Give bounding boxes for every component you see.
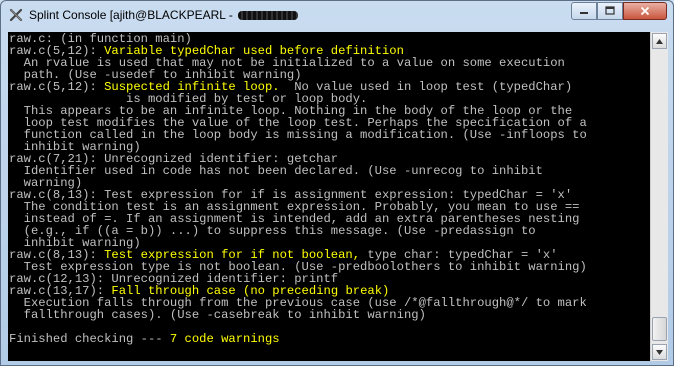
warning-highlight: 7 code warnings [169,332,280,346]
window-controls [571,2,667,20]
close-icon [640,6,650,16]
redacted-text [238,11,299,21]
title-bar[interactable]: Splint Console [ajith@BLACKPEARL - [1,1,673,29]
terminal-icon [9,8,23,22]
maximize-icon [605,6,615,15]
console-line: Identifier used in code has not been dec… [9,165,650,177]
close-button[interactable] [623,2,667,20]
scroll-down-button[interactable] [652,344,667,360]
console-line: fallthrough cases). (Use -casebreak to i… [9,309,650,321]
maximize-button[interactable] [597,2,623,20]
console-text-segment: fallthrough cases). (Use -casebreak to i… [9,308,426,322]
scroll-up-arrow-icon [656,38,663,44]
console-text: raw.c: (in function main) raw.c(5,12): Va… [8,32,650,345]
console-text-segment: Identifier used in code has not been dec… [9,164,543,178]
scroll-up-button[interactable] [652,33,667,49]
vertical-scrollbar[interactable] [650,32,668,361]
console-window: Splint Console [ajith@BLACKPEARL - raw.c… [0,0,674,366]
minimize-button[interactable] [571,2,597,20]
window-title: Splint Console [ajith@BLACKPEARL - [29,8,299,22]
scroll-down-arrow-icon [656,349,663,355]
minimize-icon [580,12,588,14]
console-output[interactable]: raw.c: (in function main) raw.c(5,12): Va… [8,32,650,361]
console-text-segment: Finished checking --- [9,332,170,346]
console-line: Finished checking --- 7 code warnings [9,333,650,345]
scrollbar-thumb[interactable] [652,317,667,341]
